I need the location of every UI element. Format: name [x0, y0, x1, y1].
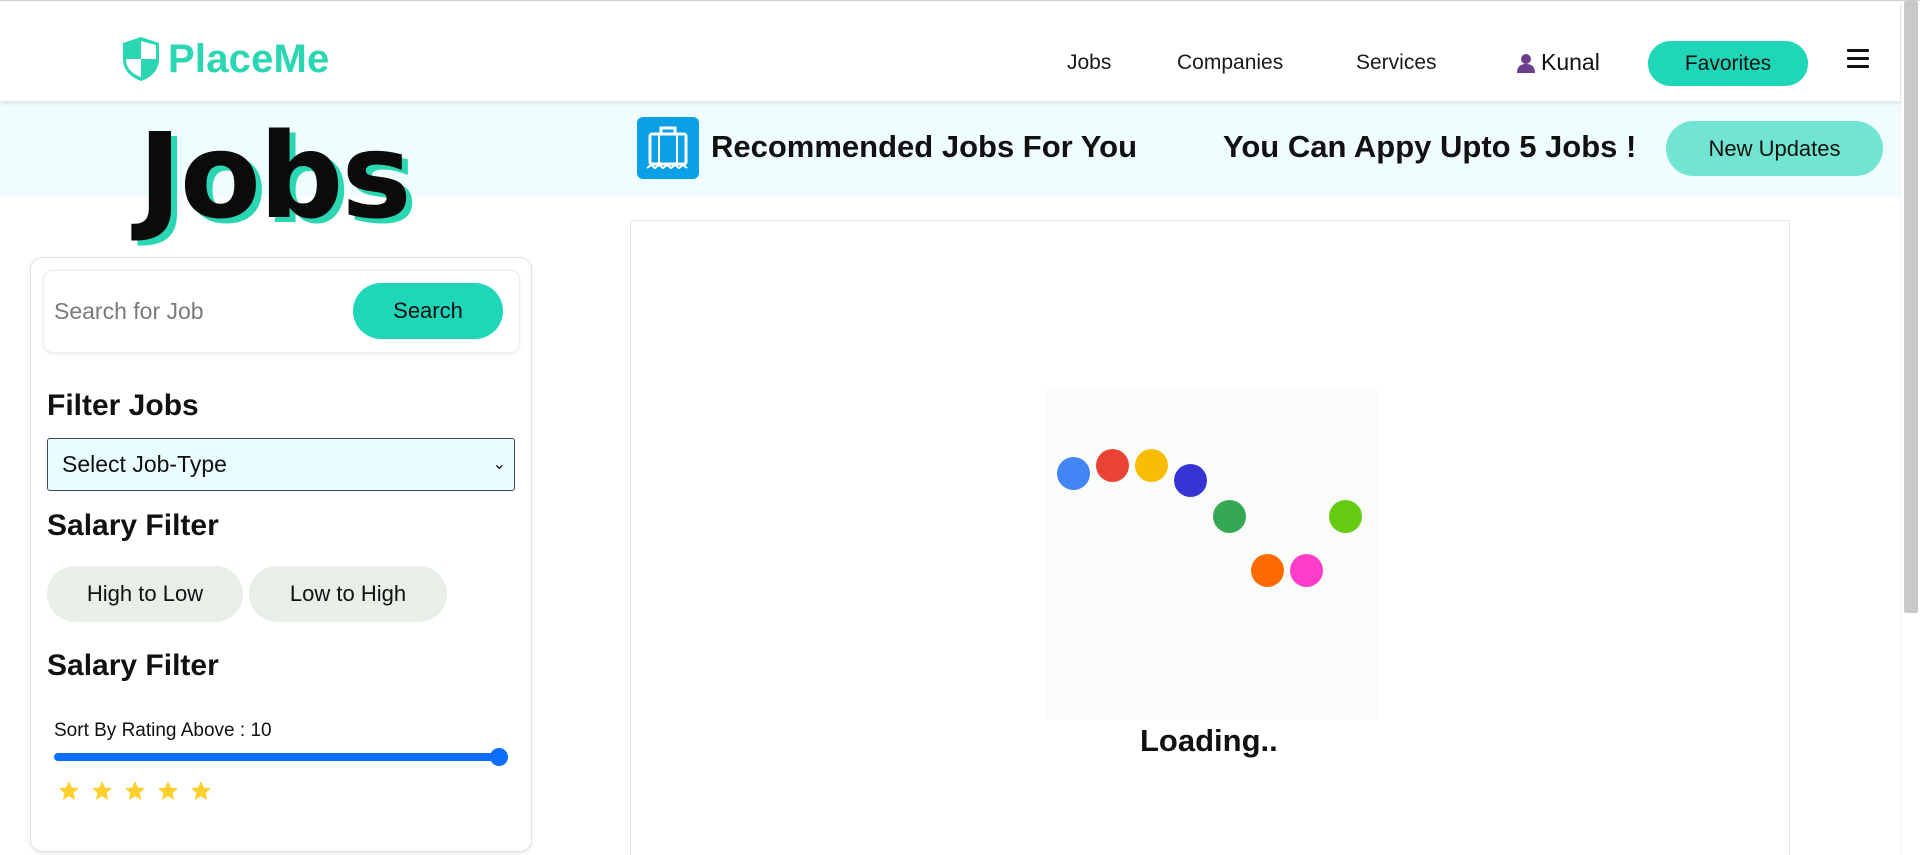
- hamburger-menu-icon[interactable]: [1847, 49, 1869, 73]
- nav-link-services[interactable]: Services: [1356, 51, 1437, 75]
- user-icon: [1517, 53, 1535, 73]
- salary-filter-heading: Salary Filter: [47, 509, 219, 542]
- loader-dot: [1174, 464, 1207, 497]
- favorites-button[interactable]: Favorites: [1648, 41, 1808, 86]
- brand-logo[interactable]: PlaceMe: [120, 35, 330, 83]
- loader-dot: [1096, 449, 1129, 482]
- user-name: Kunal: [1541, 49, 1600, 75]
- apply-limit-text: You Can Appy Upto 5 Jobs !: [1223, 129, 1637, 164]
- loader-dot: [1057, 457, 1090, 490]
- loader-dot: [1135, 449, 1168, 482]
- top-navbar: PlaceMe Jobs Companies Services Kunal Fa…: [0, 1, 1900, 101]
- loading-animation: [1046, 390, 1378, 720]
- star-icon: [92, 781, 112, 800]
- page-scrollbar-thumb[interactable]: [1904, 1, 1918, 613]
- star-icon: [158, 781, 178, 800]
- filter-jobs-heading: Filter Jobs: [47, 389, 199, 422]
- rating-filter-heading: Salary Filter: [47, 649, 219, 682]
- loader-dot: [1251, 554, 1284, 587]
- loader-dot: [1213, 500, 1246, 533]
- loader-dot: [1290, 554, 1323, 587]
- rating-slider-label: Sort By Rating Above : 10: [54, 720, 272, 741]
- search-input[interactable]: [54, 283, 344, 339]
- sort-high-to-low-button[interactable]: High to Low: [47, 566, 243, 622]
- nav-link-jobs[interactable]: Jobs: [1067, 51, 1111, 75]
- star-icon: [125, 781, 145, 800]
- rating-slider-track[interactable]: [54, 753, 499, 761]
- page-title: Jobs: [138, 107, 412, 245]
- sort-low-to-high-button[interactable]: Low to High: [249, 566, 447, 622]
- rating-slider-handle[interactable]: [490, 748, 508, 766]
- nav-link-companies[interactable]: Companies: [1177, 51, 1283, 75]
- job-type-select[interactable]: Select Job-Type ⌄: [47, 438, 515, 491]
- recommended-jobs-title: Recommended Jobs For You: [711, 129, 1138, 164]
- job-type-select-value: Select Job-Type: [62, 451, 227, 477]
- star-icon: [191, 781, 211, 800]
- chevron-down-icon: ⌄: [492, 456, 506, 473]
- briefcase-icon: [637, 117, 699, 179]
- shield-logo-icon: [123, 37, 159, 81]
- brand-name: PlaceMe: [168, 36, 330, 81]
- star-icon: [59, 781, 79, 800]
- new-updates-button[interactable]: New Updates: [1666, 121, 1883, 176]
- loader-dot: [1329, 500, 1362, 533]
- rating-stars: [57, 779, 213, 803]
- search-button[interactable]: Search: [353, 283, 503, 339]
- loading-text: Loading..: [1140, 723, 1278, 758]
- user-menu[interactable]: Kunal: [1517, 49, 1600, 76]
